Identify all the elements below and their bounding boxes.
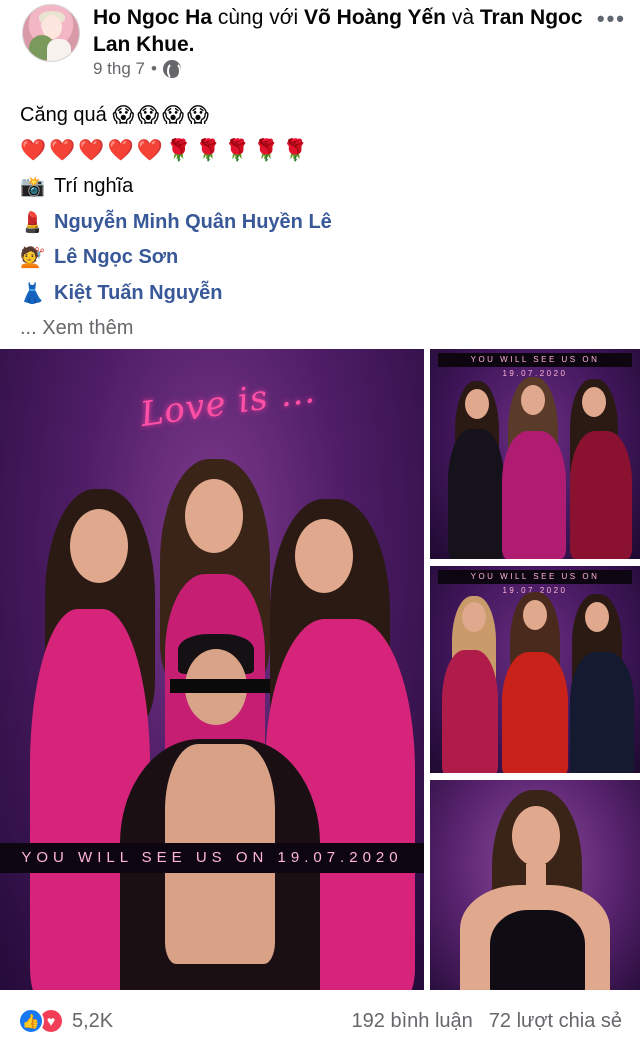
- credit-makeup: 💄 Nguyễn Minh Quân Huyền Lê: [20, 205, 620, 241]
- ellipsis-icon[interactable]: •••: [597, 6, 626, 32]
- see-more-link[interactable]: ... Xem thêm: [20, 317, 133, 340]
- tagged-user-1[interactable]: Võ Hoàng Yến: [304, 6, 446, 29]
- love-is-script: Love is ...: [138, 370, 318, 436]
- post-meta: 9 thg 7 •: [93, 59, 181, 80]
- credit-hair: 💇 Lê Ngọc Sơn: [20, 240, 620, 276]
- scream-emoji-icon: 😱: [112, 104, 135, 128]
- heart-icon: ❤️: [78, 139, 105, 163]
- heart-icon: ❤️: [20, 139, 47, 163]
- release-date-banner: YOU WILL SEE US ON 19.07.2020: [438, 353, 632, 378]
- hearts-roses-line: ❤️ ❤️ ❤️ ❤️ ❤️ 🌹 🌹 🌹 🌹 🌹: [20, 134, 620, 170]
- reactions-summary[interactable]: 👍 ♥ 5,2K: [18, 1008, 113, 1034]
- main-photo[interactable]: Love is ... YOU WILL SEE US ON 19.07.202…: [0, 349, 424, 990]
- credit-text: Trí nghĩa: [54, 175, 134, 198]
- photo-thumbnail-1[interactable]: YOU WILL SEE US ON 19.07.2020: [430, 349, 640, 559]
- author-name[interactable]: Ho Ngoc Ha: [93, 6, 212, 29]
- credit-link[interactable]: Nguyễn Minh Quân Huyền Lê: [54, 211, 332, 234]
- heart-icon: ❤️: [136, 139, 163, 163]
- reaction-count: 5,2K: [72, 1009, 114, 1032]
- dress-icon: 👗: [20, 282, 45, 305]
- heart-icon: ❤️: [49, 139, 76, 163]
- and-text: và: [451, 6, 475, 29]
- globe-icon[interactable]: [162, 60, 181, 80]
- heart-icon: ❤️: [107, 139, 134, 163]
- rose-icon: 🌹: [253, 139, 280, 163]
- caption-line: Căng quá 😱 😱 😱 😱: [20, 98, 620, 134]
- camera-flash-icon: 📸: [20, 176, 45, 199]
- caption-text: Căng quá: [20, 104, 107, 127]
- with-text: cùng với: [217, 6, 299, 29]
- shares-count[interactable]: 72 lượt chia sẻ: [489, 1010, 622, 1033]
- credit-stylist: 👗 Kiệt Tuấn Nguyễn: [20, 276, 620, 312]
- post-title-line: Ho Ngoc Ha cùng với Võ Hoàng Yến và Tran…: [93, 4, 583, 58]
- photo-thumbnail-3[interactable]: [430, 780, 640, 990]
- credit-photographer: 📸 Trí nghĩa: [20, 169, 620, 205]
- rose-icon: 🌹: [224, 139, 251, 163]
- lipstick-icon: 💄: [20, 211, 45, 234]
- scream-emoji-icon: 😱: [187, 104, 209, 128]
- scream-emoji-icon: 😱: [162, 104, 185, 128]
- haircut-icon: 💇: [20, 247, 45, 270]
- rose-icon: 🌹: [194, 139, 222, 163]
- like-icon: 👍: [18, 1008, 44, 1034]
- meta-dot: •: [151, 59, 157, 78]
- credit-link[interactable]: Lê Ngọc Sơn: [54, 246, 178, 269]
- post-time[interactable]: 9 thg 7: [93, 59, 145, 79]
- release-date-banner: YOU WILL SEE US ON 19.07.2020: [0, 843, 424, 873]
- engagement-stats: 192 bình luận 72 lượt chia sẻ: [352, 1010, 622, 1033]
- scream-emoji-icon: 😱: [137, 104, 160, 128]
- credit-link[interactable]: Kiệt Tuấn Nguyễn: [54, 282, 223, 305]
- see-more-line: ... Xem thêm: [20, 311, 620, 347]
- post-body: Căng quá 😱 😱 😱 😱 ❤️ ❤️ ❤️ ❤️ ❤️ 🌹 🌹 🌹 🌹 🌹 📸 Trí nghĩ…: [20, 98, 620, 347]
- release-date-banner: YOU WILL SEE US ON 19.07.2020: [438, 570, 632, 595]
- comments-count[interactable]: 192 bình luận: [352, 1010, 473, 1033]
- author-avatar[interactable]: [22, 4, 80, 62]
- photo-thumbnail-2[interactable]: YOU WILL SEE US ON 19.07.2020: [430, 566, 640, 773]
- scream-emojis: 😱 😱 😱 😱: [112, 103, 212, 128]
- rose-icon: 🌹: [165, 139, 192, 163]
- rose-icon: 🌹: [282, 139, 309, 163]
- post-header: Ho Ngoc Ha cùng với Võ Hoàng Yến và Tran…: [0, 0, 640, 90]
- post-footer: 👍 ♥ 5,2K 192 bình luận 72 lượt chia sẻ: [0, 1000, 640, 1037]
